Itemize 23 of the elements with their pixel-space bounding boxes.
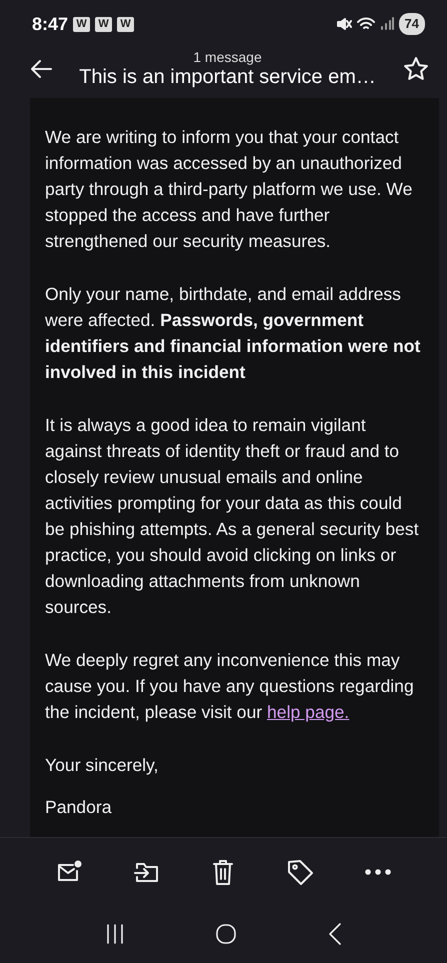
- mute-icon: [336, 17, 352, 31]
- tag-icon: [286, 858, 314, 886]
- battery-level: 74: [398, 13, 425, 35]
- notification-icon: W: [95, 16, 112, 32]
- trash-icon: [211, 858, 236, 886]
- email-subject: This is an important service em…: [78, 65, 377, 89]
- more-icon: [364, 868, 392, 876]
- body-paragraph: Your sincerely,: [45, 754, 160, 777]
- body-paragraph: We deeply regret any inconvenience this may cause you. If you have any questions regarding the incident, please visit our help page.: [45, 649, 415, 724]
- signal-icon: [380, 17, 394, 31]
- notification-icon: W: [117, 16, 134, 32]
- clock-text: 8:47: [32, 12, 68, 36]
- recents-icon: [104, 923, 124, 945]
- body-paragraph: Only your name, birthdate, and email address were affected. Passwords, government identifiers and financial information were not involved in this incident: [45, 283, 422, 384]
- message-count: 1 message: [192, 49, 263, 65]
- help-link[interactable]: help page.: [267, 702, 350, 722]
- notification-icon: W: [73, 16, 90, 32]
- body-paragraph: We are writing to inform you that your contact information was accessed by an unauthorized party through a third-party platform we use. We stopped the access and have further strengthened our security measures.: [45, 126, 414, 253]
- home-icon: [214, 922, 238, 946]
- body-paragraph: It is always a good idea to remain vigilant against threats of identity theft or fraud and to closely review unusual emails and online activities prompting for your data as this could be phishing attempts. As a general security best practice, you should avoid clicking on links or downloading attachments from unknown sources.: [45, 414, 420, 619]
- back-nav-icon: [326, 922, 342, 946]
- wifi-icon: [356, 17, 375, 31]
- body-paragraph: Pandora: [45, 796, 113, 819]
